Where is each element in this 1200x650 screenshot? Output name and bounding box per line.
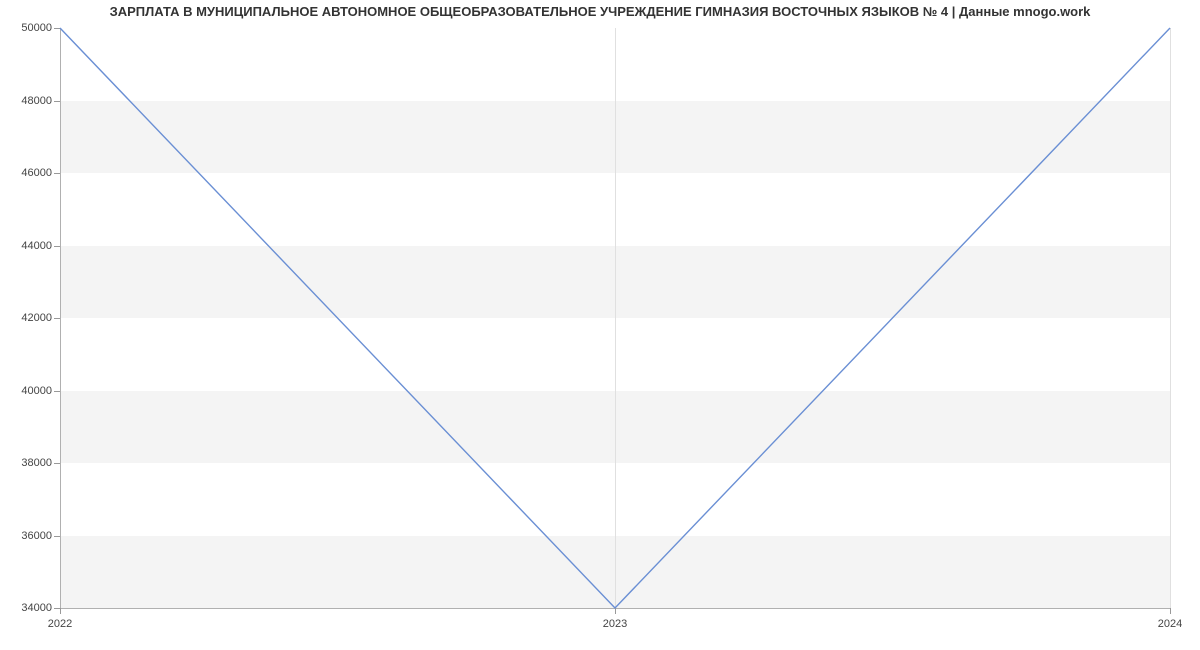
grid-vline [1170,28,1171,608]
x-tick-label: 2023 [603,618,627,630]
y-tick-label: 48000 [12,95,52,107]
x-tick-label: 2024 [1158,618,1182,630]
x-tick [1170,608,1171,614]
plot-area: 3400036000380004000042000440004600048000… [60,28,1170,608]
x-tick [615,608,616,614]
x-tick-label: 2022 [48,618,72,630]
y-tick-label: 50000 [12,22,52,34]
chart-title: ЗАРПЛАТА В МУНИЦИПАЛЬНОЕ АВТОНОМНОЕ ОБЩЕ… [0,4,1200,19]
y-tick-label: 42000 [12,312,52,324]
y-tick-label: 40000 [12,385,52,397]
y-tick-label: 34000 [12,602,52,614]
y-tick-label: 38000 [12,457,52,469]
y-tick-label: 44000 [12,240,52,252]
y-tick-label: 36000 [12,530,52,542]
chart-container: ЗАРПЛАТА В МУНИЦИПАЛЬНОЕ АВТОНОМНОЕ ОБЩЕ… [0,0,1200,650]
y-tick-label: 46000 [12,167,52,179]
x-tick [60,608,61,614]
line-series [60,28,1170,608]
